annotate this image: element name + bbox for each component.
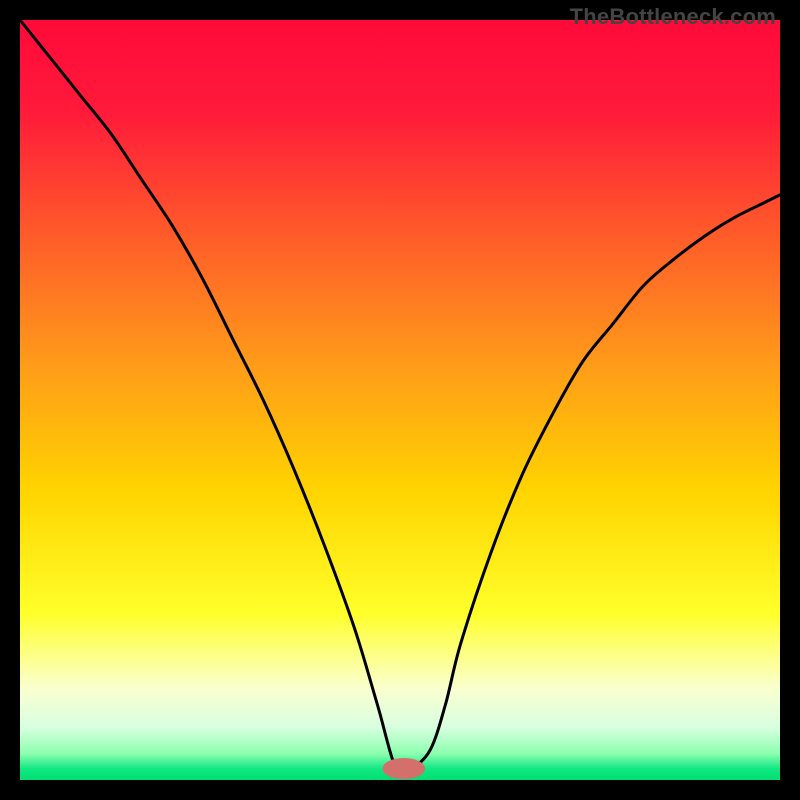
watermark-text: TheBottleneck.com bbox=[570, 4, 776, 30]
optimal-marker bbox=[383, 758, 426, 779]
bottleneck-chart bbox=[20, 20, 780, 780]
plot-area bbox=[20, 20, 780, 780]
gradient-background bbox=[20, 20, 780, 780]
chart-frame: TheBottleneck.com bbox=[0, 0, 800, 800]
